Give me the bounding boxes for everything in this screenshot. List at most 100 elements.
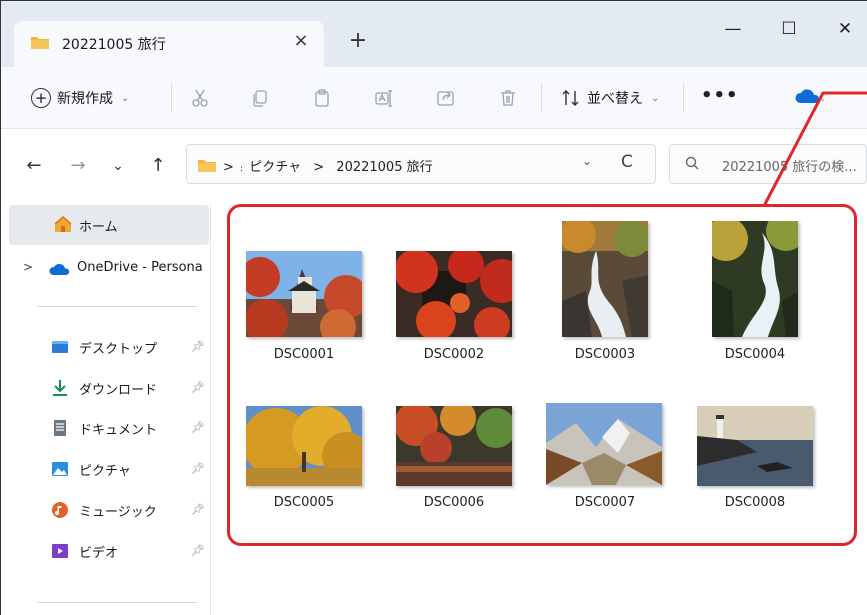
video-icon <box>52 544 68 558</box>
chevron-down-icon: ⌄ <box>121 92 130 104</box>
pictures-icon <box>52 462 68 476</box>
pin-icon[interactable]: 📌︎ <box>191 462 205 475</box>
waterfall-forest-thumbnail <box>712 221 798 337</box>
sidebar-item-desktop[interactable]: デスクトップ 📌︎ <box>9 329 209 365</box>
file-item[interactable] <box>697 406 813 486</box>
sidebar-divider <box>37 602 197 603</box>
file-name[interactable]: DSC0001 <box>234 347 374 362</box>
file-name[interactable]: DSC0002 <box>384 347 524 362</box>
file-item[interactable] <box>562 221 648 337</box>
more-options-button[interactable]: ••• <box>701 85 739 106</box>
castle-autumn-thumbnail <box>246 251 362 337</box>
sidebar-item-home[interactable]: ホーム <box>9 205 209 245</box>
temple-maple-thumbnail <box>396 251 512 337</box>
breadcrumb-pictures[interactable]: ピクチャ <box>249 160 301 175</box>
pin-icon[interactable]: 📌︎ <box>191 544 205 557</box>
breadcrumb-separator: > <box>313 160 325 175</box>
expand-chevron-icon[interactable]: > <box>23 260 33 274</box>
search-icon <box>685 156 699 170</box>
new-button[interactable]: + 新規作成 ⌄ <box>31 87 129 109</box>
sidebar-item-onedrive[interactable]: > OneDrive - Persona <box>9 251 209 287</box>
address-dropdown-icon[interactable]: ⌄ <box>582 154 592 168</box>
file-name[interactable]: DSC0008 <box>685 495 825 510</box>
new-button-label: 新規作成 <box>57 91 113 107</box>
navigation-pane: ホーム > OneDrive - Persona デスクトップ 📌︎ ダウンロー… <box>1 205 211 615</box>
file-item[interactable] <box>246 406 362 486</box>
pin-icon[interactable]: 📌︎ <box>191 381 205 394</box>
file-item[interactable] <box>396 406 512 486</box>
sidebar-item-label: ミュージック <box>79 505 157 520</box>
onedrive-cloud-icon <box>49 264 70 275</box>
waterfall-rocks-thumbnail <box>562 221 648 337</box>
pin-icon[interactable]: 📌︎ <box>191 503 205 516</box>
delete-icon[interactable] <box>495 85 521 111</box>
sidebar-divider <box>37 306 197 307</box>
maximize-button[interactable]: ☐ <box>769 11 809 47</box>
refresh-icon[interactable]: C <box>621 152 633 172</box>
rename-icon[interactable] <box>371 85 397 111</box>
chevron-down-icon: ⌄ <box>651 92 660 104</box>
breadcrumb-overflow[interactable]: > <box>223 160 234 175</box>
music-icon <box>52 502 68 518</box>
lighthouse-coast-thumbnail <box>697 406 813 486</box>
sidebar-item-videos[interactable]: ビデオ 📌︎ <box>9 533 209 569</box>
address-bar[interactable]: > : ピクチャ > 20221005 旅行 ⌄ C <box>186 144 656 184</box>
breadcrumb-current-folder[interactable]: 20221005 旅行 <box>336 160 432 175</box>
new-tab-button[interactable]: + <box>345 29 371 55</box>
svg-text:⌄: ⌄ <box>819 94 824 104</box>
onedrive-cloud-icon[interactable]: ⌄ <box>794 89 824 105</box>
copy-icon[interactable] <box>247 85 273 111</box>
desktop-icon <box>52 341 68 353</box>
file-name[interactable]: DSC0003 <box>535 347 675 362</box>
file-name[interactable]: DSC0004 <box>685 347 825 362</box>
forward-arrow-icon[interactable]: → <box>65 153 91 179</box>
file-item[interactable] <box>246 251 362 337</box>
tab-20221005[interactable]: 20221005 旅行 × <box>14 21 324 67</box>
navigation-row: ← → ⌄ ↑ > : ピクチャ > 20221005 旅行 ⌄ C 20221… <box>1 129 867 205</box>
sidebar-item-label: ホーム <box>79 220 118 235</box>
plus-circle-icon: + <box>31 88 51 108</box>
tab-title: 20221005 旅行 <box>62 37 166 53</box>
up-arrow-icon[interactable]: ↑ <box>145 153 171 179</box>
recent-locations-icon[interactable]: ⌄ <box>105 153 131 179</box>
file-name[interactable]: DSC0007 <box>535 495 675 510</box>
file-name[interactable]: DSC0006 <box>384 495 524 510</box>
close-window-button[interactable]: ✕ <box>825 11 865 47</box>
sidebar-item-label: OneDrive - Persona <box>77 260 203 275</box>
command-bar: + 新規作成 ⌄ 並べ替え ⌄ ••• <box>1 67 867 129</box>
sidebar-item-label: ドキュメント <box>79 423 158 438</box>
pin-icon[interactable]: 📌︎ <box>191 340 205 353</box>
file-item[interactable] <box>712 221 798 337</box>
download-icon <box>53 380 67 396</box>
sidebar-item-music[interactable]: ミュージック 📌︎ <box>9 492 209 528</box>
cut-icon[interactable] <box>187 85 213 111</box>
home-icon <box>54 216 72 232</box>
file-item[interactable] <box>546 403 662 485</box>
sidebar-item-label: ダウンロード <box>79 383 158 398</box>
search-placeholder: 20221005 旅行の検... <box>722 160 857 175</box>
search-box[interactable]: 20221005 旅行の検... <box>669 144 867 184</box>
sort-icon <box>562 90 579 106</box>
file-item[interactable] <box>396 251 512 337</box>
file-explorer-window: 20221005 旅行 × + — ☐ ✕ + 新規作成 ⌄ 並べ替え ⌄ ••… <box>0 0 867 615</box>
sidebar-item-documents[interactable]: ドキュメント 📌︎ <box>9 410 209 446</box>
folder-icon <box>31 37 49 49</box>
divider <box>171 83 172 113</box>
divider <box>541 83 542 113</box>
sidebar-item-label: デスクトップ <box>79 342 158 357</box>
pin-icon[interactable]: 📌︎ <box>191 421 205 434</box>
back-arrow-icon[interactable]: ← <box>21 153 47 179</box>
sidebar-item-label: ピクチャ <box>79 464 131 479</box>
mountain-valley-thumbnail <box>546 403 662 485</box>
sort-button[interactable]: 並べ替え ⌄ <box>561 87 659 109</box>
paste-icon[interactable] <box>309 85 335 111</box>
minimize-button[interactable]: — <box>713 11 753 47</box>
share-icon[interactable] <box>433 85 459 111</box>
tab-close-button[interactable]: × <box>290 30 312 52</box>
breadcrumb: > : ピクチャ > 20221005 旅行 <box>223 160 433 175</box>
sidebar-item-downloads[interactable]: ダウンロード 📌︎ <box>9 370 209 406</box>
file-name[interactable]: DSC0005 <box>234 495 374 510</box>
divider <box>683 83 684 113</box>
sort-label: 並べ替え <box>587 91 643 107</box>
sidebar-item-pictures[interactable]: ピクチャ 📌︎ <box>9 451 209 487</box>
